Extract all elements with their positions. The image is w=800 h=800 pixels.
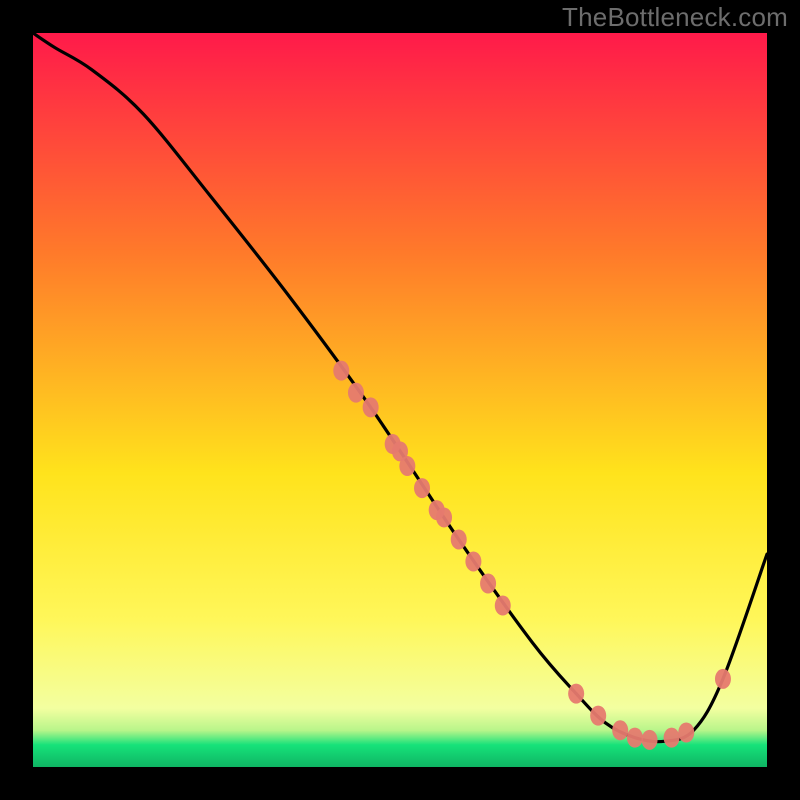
chart-frame: TheBottleneck.com [0,0,800,800]
data-marker [612,720,628,740]
data-marker [678,723,694,743]
data-marker [568,684,584,704]
chart-plot [33,33,767,767]
data-marker [414,478,430,498]
plot-background [33,33,767,767]
data-marker [664,728,680,748]
marker-group-right-point [715,669,731,689]
chart-svg [33,33,767,767]
data-marker [715,669,731,689]
data-marker [348,383,364,403]
data-marker [627,728,643,748]
watermark-text: TheBottleneck.com [562,2,788,33]
data-marker [590,706,606,726]
data-marker [399,456,415,476]
data-marker [451,529,467,549]
data-marker [363,397,379,417]
data-marker [333,361,349,381]
data-marker [465,551,481,571]
data-marker [642,730,658,750]
data-marker [480,574,496,594]
data-marker [495,596,511,616]
data-marker [436,507,452,527]
